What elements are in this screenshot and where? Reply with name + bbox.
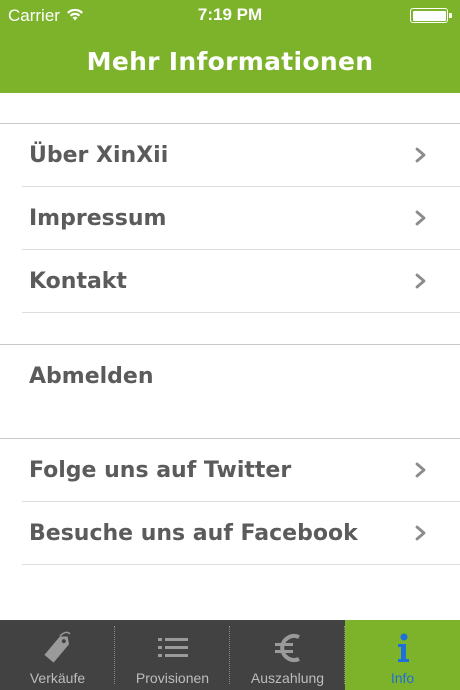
menu-group-social: Folge uns auf Twitter Besuche uns auf Fa… — [0, 438, 460, 565]
tab-info[interactable]: Info — [345, 620, 460, 690]
menu-item-abmelden[interactable]: Abmelden — [22, 345, 460, 408]
chevron-right-icon — [415, 525, 426, 541]
battery-icon — [410, 8, 452, 23]
menu-item-twitter[interactable]: Folge uns auf Twitter — [22, 439, 460, 502]
menu-group-info: Über XinXii Impressum Kontakt — [0, 123, 460, 313]
chevron-right-icon — [415, 462, 426, 478]
menu-item-label: Abmelden — [29, 364, 154, 389]
menu-item-label: Folge uns auf Twitter — [29, 457, 292, 483]
chevron-right-icon — [415, 147, 426, 163]
tab-bar: Verkäufe Provisionen Auszahlung Info — [0, 620, 460, 690]
menu-item-label: Über XinXii — [29, 142, 169, 168]
chevron-right-icon — [415, 273, 426, 289]
chevron-right-icon — [415, 210, 426, 226]
menu-item-facebook[interactable]: Besuche uns auf Facebook — [22, 502, 460, 565]
menu-item-kontakt[interactable]: Kontakt — [22, 250, 460, 313]
info-menu: Über XinXii Impressum Kontakt Abmelden F… — [0, 93, 460, 620]
tab-label: Provisionen — [135, 670, 210, 686]
euro-icon — [273, 628, 303, 668]
price-tag-icon — [40, 628, 76, 668]
tab-verkaeufe[interactable]: Verkäufe — [0, 620, 115, 690]
info-icon — [394, 628, 412, 668]
list-icon — [156, 628, 190, 668]
status-time: 7:19 PM — [197, 5, 263, 24]
menu-item-label: Impressum — [29, 205, 167, 231]
tab-auszahlung[interactable]: Auszahlung — [230, 620, 345, 690]
menu-item-impressum[interactable]: Impressum — [22, 187, 460, 250]
status-bar: Carrier 7:19 PM — [0, 0, 460, 30]
menu-item-label: Kontakt — [29, 268, 127, 294]
tab-label: Info — [390, 670, 415, 686]
tab-provisionen[interactable]: Provisionen — [115, 620, 230, 690]
menu-item-label: Besuche uns auf Facebook — [29, 520, 358, 546]
menu-item-ueber-xinxii[interactable]: Über XinXii — [22, 124, 460, 187]
page-title: Mehr Informationen — [86, 47, 374, 76]
tab-label: Auszahlung — [250, 670, 325, 686]
tab-label: Verkäufe — [29, 670, 86, 686]
menu-group-account: Abmelden — [0, 344, 460, 408]
navigation-bar: Mehr Informationen — [0, 30, 460, 93]
